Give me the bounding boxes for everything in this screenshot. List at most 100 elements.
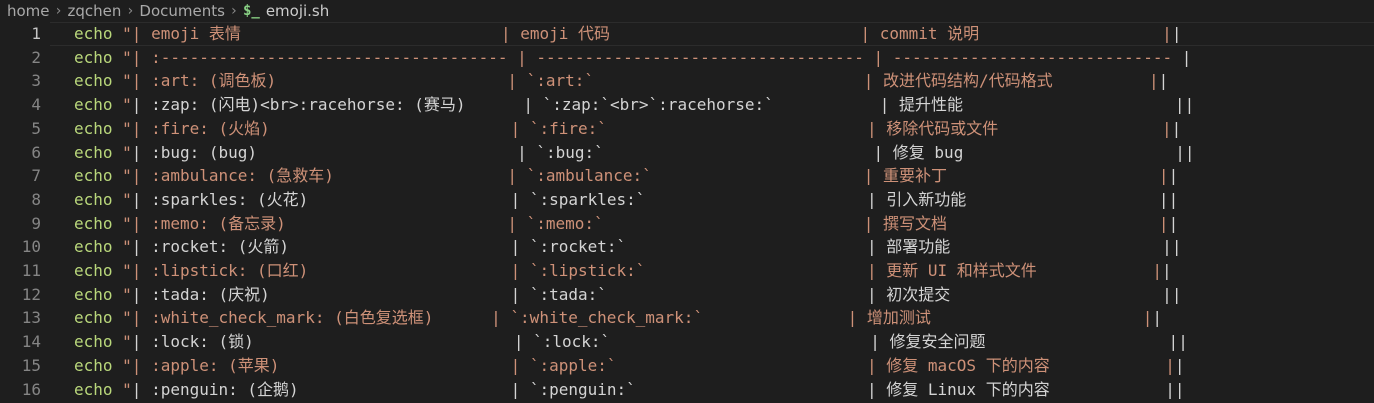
line-number: 1 [31, 24, 41, 43]
string-quote: " [112, 118, 132, 138]
string-quote: " [112, 213, 132, 233]
breadcrumb-item-file[interactable]: emoji.sh [266, 2, 329, 20]
string-quote: " [112, 284, 132, 304]
code-line[interactable]: 13 echo "| :white_check_mark: (白色复选框) | `… [0, 306, 1374, 330]
code-text: echo "| :sparkles: (火花) | `:sparkles:` |… [74, 188, 1178, 212]
code-line[interactable]: 9 echo "| :memo: (备忘录) | `:memo:` | 撰写文档 … [0, 212, 1374, 236]
echo-keyword: echo [74, 237, 113, 257]
echo-keyword: echo [74, 24, 113, 43]
string-content: | :------------------------------------ … [131, 47, 1173, 67]
line-number: 4 [31, 95, 41, 115]
echo-keyword: echo [74, 118, 113, 138]
line-tail: | [1171, 24, 1182, 43]
code-editor[interactable]: 1 echo "| emoji 表情 | emoji 代码 | commit 说明… [0, 22, 1374, 403]
breadcrumb-item-user[interactable]: zqchen [68, 2, 122, 20]
echo-keyword: echo [74, 213, 113, 233]
string-content: | :ambulance: (急救车) | `:ambulance:` | 重要… [131, 166, 1169, 186]
code-line[interactable]: 10 echo "| :rocket: (火箭) | `:rocket:` | 部… [0, 235, 1374, 259]
line-tail: | [1172, 47, 1192, 67]
line-tail: | [1184, 95, 1195, 115]
code-line[interactable]: 14 echo "| :lock: (锁) | `:lock:` | 修复安全问题… [0, 330, 1374, 354]
string-quote: " [112, 355, 132, 375]
code-line[interactable]: 15 echo "| :apple: (苹果) | `:apple:` | 修复 … [0, 354, 1374, 378]
string-content: | :apple: (苹果) | `:apple:` | 修复 macOS 下的… [131, 355, 1175, 375]
string-quote: " [112, 142, 132, 162]
line-number: 11 [21, 261, 41, 280]
code-text: echo "| :ambulance: (急救车) | `:ambulance:… [74, 164, 1178, 188]
line-tail: | [1171, 237, 1182, 257]
echo-keyword: echo [74, 308, 113, 328]
echo-keyword: echo [74, 71, 113, 91]
line-tail: | [1171, 118, 1182, 138]
code-text: echo "| :fire: (火焰) | `:fire:` | 移除代码或文件… [74, 117, 1181, 141]
code-line[interactable]: 2 echo "| :------------------------------… [0, 46, 1374, 70]
string-content: | :fire: (火焰) | `:fire:` | 移除代码或文件 | [131, 118, 1172, 138]
code-text: echo "| :lock: (锁) | `:lock:` | 修复安全问题 |… [74, 330, 1188, 354]
string-content: | :rocket: (火箭) | `:rocket:` | 部署功能 | [131, 237, 1172, 257]
string-content: | :lipstick: (口红) | `:lipstick:` | 更新 UI… [131, 261, 1163, 280]
breadcrumb-item-home[interactable]: home [7, 2, 50, 20]
code-line[interactable]: 8 echo "| :sparkles: (火花) | `:sparkles:` … [0, 188, 1374, 212]
line-number: 10 [21, 237, 41, 257]
string-quote: " [112, 24, 132, 43]
line-tail: | [1171, 284, 1182, 304]
echo-keyword: echo [74, 47, 113, 67]
chevron-right-icon: › [127, 3, 134, 19]
string-content: | :sparkles: (火花) | `:sparkles:` | 引入新功能… [131, 189, 1169, 209]
code-line[interactable]: 3 echo "| :art: (调色板) | `:art:` | 改进代码结构/… [0, 69, 1374, 93]
code-line[interactable]: 5 echo "| :fire: (火焰) | `:fire:` | 移除代码或文… [0, 117, 1374, 141]
code-line[interactable]: 11 echo "| :lipstick: (口红) | `:lipstick:`… [0, 259, 1374, 283]
echo-keyword: echo [74, 355, 113, 375]
code-text: echo "| :bug: (bug) | `:bug:` | 修复 bug |… [74, 141, 1195, 165]
code-text: echo "| :white_check_mark: (白色复选框) | `:w… [74, 306, 1162, 330]
code-line[interactable]: 6 echo "| :bug: (bug) | `:bug:` | 修复 bug … [0, 141, 1374, 165]
code-line[interactable]: 1 echo "| emoji 表情 | emoji 代码 | commit 说明… [0, 22, 1374, 46]
code-text: echo "| :art: (调色板) | `:art:` | 改进代码结构/代… [74, 69, 1168, 93]
line-number: 13 [21, 308, 41, 328]
chevron-right-icon: › [55, 3, 62, 19]
echo-keyword: echo [74, 332, 113, 352]
code-text: echo "| :zap: (闪电)<br>:racehorse: (赛马) |… [74, 93, 1194, 117]
code-line[interactable]: 7 echo "| :ambulance: (急救车) | `:ambulance… [0, 164, 1374, 188]
line-number: 16 [21, 379, 41, 399]
string-quote: " [112, 379, 132, 399]
string-content: | :tada: (庆祝) | `:tada:` | 初次提交 | [131, 284, 1172, 304]
code-line[interactable]: 4 echo "| :zap: (闪电)<br>:racehorse: (赛马) … [0, 93, 1374, 117]
breadcrumb: home › zqchen › Documents › $_ emoji.sh [0, 0, 1374, 22]
line-number: 2 [31, 47, 41, 67]
shell-file-icon: $_ [242, 3, 260, 19]
string-content: | :art: (调色板) | `:art:` | 改进代码结构/代码格式 | [131, 71, 1159, 91]
echo-keyword: echo [74, 284, 113, 304]
echo-keyword: echo [74, 379, 113, 399]
code-text: echo "| :lipstick: (口红) | `:lipstick:` |… [74, 259, 1172, 283]
echo-keyword: echo [74, 261, 113, 280]
code-line[interactable]: 16 echo "| :penguin: (企鹅) | `:penguin:` |… [0, 378, 1374, 402]
code-text: echo "| :rocket: (火箭) | `:rocket:` | 部署功… [74, 235, 1181, 259]
string-content: | :memo: (备忘录) | `:memo:` | 撰写文档 | [131, 213, 1169, 233]
string-quote: " [112, 166, 132, 186]
code-line[interactable]: 12 echo "| :tada: (庆祝) | `:tada:` | 初次提交 … [0, 283, 1374, 307]
code-text: echo "| :memo: (备忘录) | `:memo:` | 撰写文档 |… [74, 212, 1178, 236]
line-number: 6 [31, 142, 41, 162]
string-content: | :lock: (锁) | `:lock:` | 修复安全问题 | [131, 332, 1179, 352]
string-quote: " [112, 95, 132, 115]
code-text: echo "| :apple: (苹果) | `:apple:` | 修复 ma… [74, 354, 1185, 378]
line-number: 14 [21, 332, 41, 352]
echo-keyword: echo [74, 142, 113, 162]
code-text: echo "| :tada: (庆祝) | `:tada:` | 初次提交 || [74, 283, 1181, 307]
string-quote: " [112, 308, 132, 328]
string-quote: " [112, 261, 132, 280]
line-tail: | [1168, 166, 1179, 186]
string-content: | :bug: (bug) | `:bug:` | 修复 bug | [131, 142, 1185, 162]
string-quote: " [112, 189, 132, 209]
line-number: 3 [31, 71, 41, 91]
breadcrumb-item-documents[interactable]: Documents [139, 2, 225, 20]
line-tail: | [1168, 189, 1179, 209]
code-text: echo "| emoji 表情 | emoji 代码 | commit 说明 … [74, 22, 1181, 46]
string-content: | :zap: (闪电)<br>:racehorse: (赛马) | `:zap… [131, 95, 1185, 115]
line-number: 5 [31, 118, 41, 138]
line-tail: | [1184, 142, 1195, 162]
line-number: 7 [31, 166, 41, 186]
line-tail: | [1178, 332, 1188, 352]
line-number: 12 [21, 284, 41, 304]
